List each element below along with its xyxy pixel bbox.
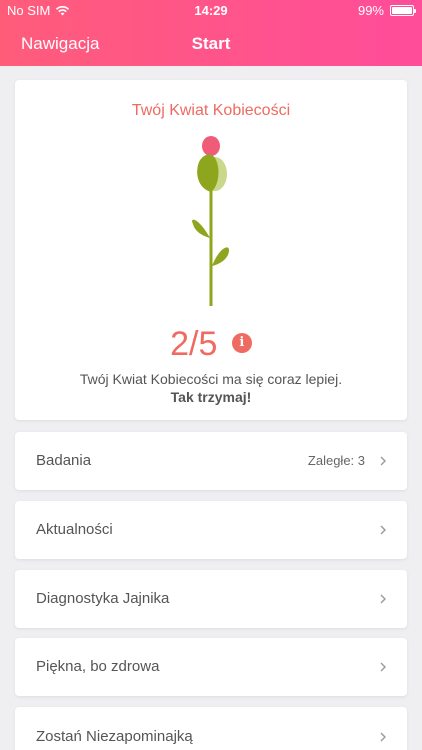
- row-diagnostyka-jajnika[interactable]: Diagnostyka Jajnika: [15, 570, 407, 628]
- status-bar: No SIM 14:29 99%: [0, 0, 422, 22]
- flower-emphasis: Tak trzymaj!: [170, 389, 252, 405]
- battery-fill: [392, 7, 412, 14]
- row-overdue-count: Zaległe: 3: [307, 453, 365, 468]
- status-right: 99%: [357, 3, 416, 18]
- chevron-right-icon: [380, 456, 386, 466]
- flower-card: Twój Kwiat Kobiecości 2/5 i Twój Kwiat K…: [15, 80, 407, 420]
- row-label: Badania: [36, 452, 92, 469]
- flower-petal: [202, 136, 220, 156]
- flower-description: Twój Kwiat Kobiecości ma się coraz lepie…: [15, 370, 407, 406]
- row-badania[interactable]: Badania Zaległe: 3: [15, 432, 407, 490]
- app-header: No SIM 14:29 99% Nawigacja Start: [0, 0, 422, 66]
- chevron-right-icon: [380, 594, 386, 604]
- row-aktualnosci[interactable]: Aktualności: [15, 501, 407, 559]
- row-zostan-niezapominajka[interactable]: Zostań Niezapominajką: [15, 707, 407, 750]
- flower-title: Twój Kwiat Kobiecości: [131, 102, 291, 119]
- flower-leaf-left: [192, 219, 210, 238]
- chevron-right-icon: [380, 525, 386, 535]
- flower-leaf-right: [212, 247, 229, 266]
- chevron-right-icon: [380, 662, 386, 672]
- battery-percent: 99%: [357, 3, 384, 18]
- flower-bud: [197, 154, 219, 192]
- flower-score: 2/5: [170, 325, 218, 363]
- flower-description-text: Twój Kwiat Kobiecości ma się coraz lepie…: [79, 371, 343, 387]
- row-label: Diagnostyka Jajnika: [36, 590, 170, 607]
- flower-illustration: [192, 136, 229, 306]
- row-label: Piękna, bo zdrowa: [36, 658, 160, 675]
- score-row: 2/5 i: [15, 325, 407, 364]
- page-title: Start: [191, 34, 231, 53]
- info-icon[interactable]: i: [231, 332, 252, 353]
- chevron-right-icon: [380, 732, 386, 742]
- battery-icon: [390, 5, 416, 16]
- row-label: Zostań Niezapominajką: [36, 728, 193, 745]
- row-piekna-bo-zdrowa[interactable]: Piękna, bo zdrowa: [15, 638, 407, 696]
- row-label: Aktualności: [36, 521, 113, 538]
